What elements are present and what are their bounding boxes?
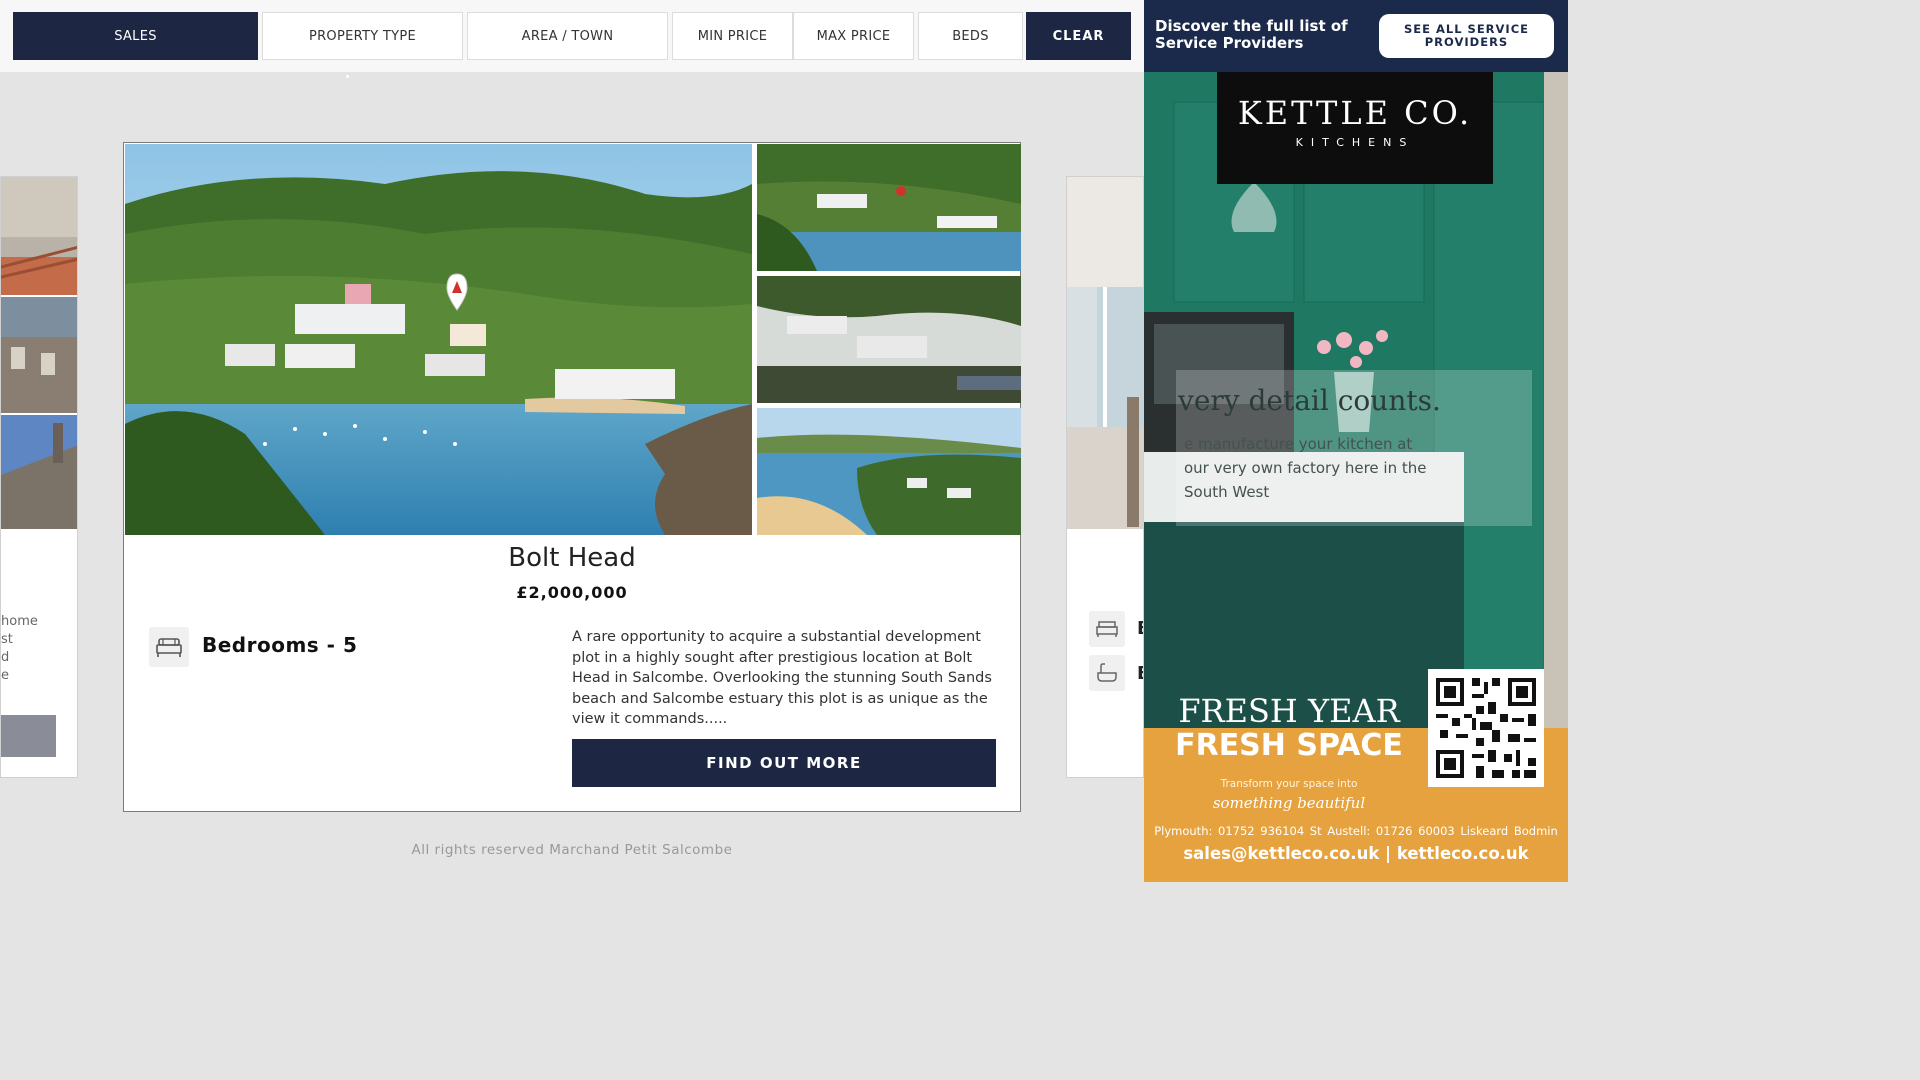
viewport: SALES PROPERTY TYPE AREA / TOWN MIN PRIC…	[0, 0, 1568, 882]
clear-button[interactable]: CLEAR	[1026, 12, 1131, 60]
next-listing-bedrooms-text: B	[1137, 618, 1143, 639]
next-listing-card[interactable]: B B	[1066, 176, 1144, 778]
bath-icon	[1089, 655, 1125, 691]
bedrooms-count: Bedrooms - 5	[202, 633, 358, 657]
listing-main-photo[interactable]	[125, 144, 752, 535]
service-providers-heading: Discover the full list of Service Provid…	[1155, 17, 1348, 52]
previous-listing-photo-3	[1, 415, 77, 529]
bed-icon	[1089, 611, 1125, 647]
advert-tagline: Transform your space into	[1220, 778, 1358, 790]
find-out-more-button[interactable]: FIND OUT MORE	[572, 739, 996, 787]
advert-quote-box: very detail counts. e manufacture your k…	[1176, 370, 1532, 526]
listing-title: Bolt Head	[508, 543, 636, 573]
carousel-dot[interactable]	[346, 75, 349, 78]
sales-filter-button[interactable]: SALES	[13, 12, 258, 60]
qr-code-icon[interactable]	[1428, 669, 1544, 787]
next-listing-bathrooms-text: B	[1137, 663, 1143, 684]
service-providers-panel: Discover the full list of Service Provid…	[1144, 0, 1568, 882]
advert-locations: Plymouth: 01752 936104 St Austell: 01726…	[1154, 824, 1558, 838]
listing-thumbnail-2[interactable]	[757, 276, 1021, 403]
next-listing-photo	[1067, 177, 1143, 529]
advert-headline-2: FRESH SPACE	[1175, 728, 1403, 763]
previous-listing-excerpt: home st d e	[1, 614, 38, 683]
previous-listing-card[interactable]: home st d e	[0, 176, 78, 778]
area-town-filter[interactable]: AREA / TOWN	[467, 12, 668, 60]
listing-thumbnail-1[interactable]	[757, 144, 1021, 271]
advert-tagline-script: something beautiful	[1212, 794, 1366, 812]
beds-filter[interactable]: BEDS	[918, 12, 1023, 60]
footer-copyright: All rights reserved Marchand Petit Salco…	[411, 842, 733, 858]
listing-price: £2,000,000	[516, 583, 628, 602]
listing-thumbnail-3[interactable]	[757, 408, 1021, 535]
previous-listing-photo-2	[1, 297, 77, 413]
see-all-service-providers-button[interactable]: SEE ALL SERVICE PROVIDERS	[1379, 14, 1554, 58]
kettle-co-advert[interactable]: KETTLE CO. KITCHENS very detail counts. …	[1144, 72, 1568, 882]
previous-listing-photo-1	[1, 177, 77, 295]
listing-card: Bolt Head £2,000,000 Bedrooms - 5 A rare…	[123, 142, 1021, 812]
advert-headline-1: FRESH YEAR	[1178, 692, 1400, 730]
bed-icon	[149, 627, 189, 667]
min-price-filter[interactable]: MIN PRICE	[672, 12, 793, 60]
listing-description: A rare opportunity to acquire a substant…	[572, 629, 992, 727]
max-price-filter[interactable]: MAX PRICE	[793, 12, 914, 60]
previous-listing-button[interactable]	[1, 715, 56, 757]
kettle-co-logo: KETTLE CO. KITCHENS	[1217, 72, 1493, 184]
advert-contact[interactable]: sales@kettleco.co.uk | kettleco.co.uk	[1144, 844, 1568, 863]
filter-bar: SALES PROPERTY TYPE AREA / TOWN MIN PRIC…	[0, 0, 1144, 72]
property-type-filter[interactable]: PROPERTY TYPE	[262, 12, 463, 60]
